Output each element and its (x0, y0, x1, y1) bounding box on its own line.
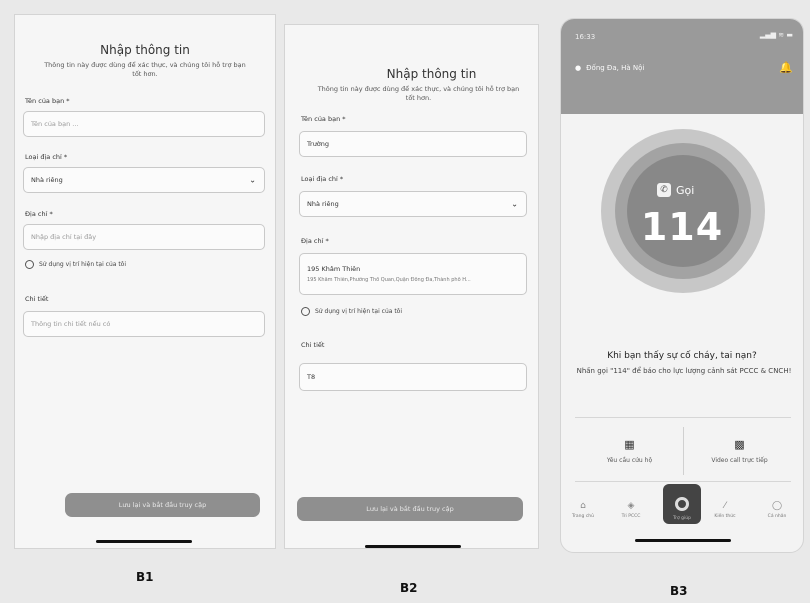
divider (575, 417, 791, 418)
chevron-down-icon: ⌄ (249, 175, 256, 185)
address-type-value: Nhà riêng (307, 200, 339, 208)
address-type-label: Loại địa chỉ * (25, 153, 68, 161)
emergency-number: 114 (640, 205, 724, 249)
address-type-select[interactable]: Nhà riêng ⌄ (23, 167, 265, 193)
home-indicator (96, 540, 192, 543)
address-detail-text: 195 Khâm Thiên,Phường Thổ Quan,Quận Đống… (307, 277, 471, 283)
screen-b1: Nhập thông tin Thông tin này được dùng đ… (14, 14, 276, 549)
call-label: ✆ Gọi (657, 183, 694, 197)
divider (683, 427, 684, 475)
status-time: 16:33 (575, 33, 596, 41)
sos-icon (675, 497, 689, 511)
tab-profile[interactable]: ◯ Cá nhân (757, 501, 797, 519)
save-start-button[interactable]: Lưu lại và bắt đầu truy cập (297, 497, 523, 521)
address-type-value: Nhà riêng (31, 176, 63, 184)
address-label: Địa chỉ * (301, 237, 329, 245)
detail-label: Chi tiết (301, 341, 325, 349)
tab-label: Kiến thức (714, 514, 736, 519)
name-input[interactable]: Trường (299, 131, 527, 157)
detail-label: Chi tiết (25, 295, 49, 303)
name-input[interactable]: Tên của bạn ... (23, 111, 265, 137)
page-title: Nhập thông tin (100, 43, 190, 57)
address-value: 195 Khâm Thiên (307, 265, 361, 273)
use-location-label: Sử dụng vị trí hiện tại của tôi (315, 308, 403, 315)
caption-b1: B1 (136, 570, 154, 584)
divider (575, 481, 791, 482)
use-location-radio[interactable] (301, 307, 310, 316)
home-icon: ⌂ (580, 501, 586, 511)
location-pin-icon: ● (575, 64, 582, 72)
detail-input[interactable]: Thông tin chi tiết nếu có (23, 311, 265, 337)
caption-b3: B3 (670, 584, 688, 598)
use-location-radio[interactable] (25, 260, 34, 269)
address-input[interactable]: Nhập địa chỉ tại đây (23, 224, 265, 250)
location-selector[interactable]: ● Đống Đa, Hà Nội (575, 64, 644, 72)
book-icon: ⁄ (724, 501, 726, 511)
detail-input[interactable]: T8 (299, 363, 527, 391)
screen-b3: 16:33 ▂▄▆ ≋ ▬ ● Đống Đa, Hà Nội 🔔 ✆ Gọi … (560, 18, 804, 553)
tab-knowledge[interactable]: ⁄ Kiến thức (705, 501, 745, 519)
home-indicator (365, 545, 461, 548)
video-call-label: Video call trực tiếp (711, 457, 768, 464)
rescue-request-button[interactable]: ▦ Yêu cầu cứu hộ (577, 427, 682, 475)
name-label: Tên của bạn * (25, 97, 70, 105)
shield-icon: ◈ (627, 501, 635, 511)
home-indicator (635, 539, 731, 542)
video-call-button[interactable]: ▩ Video call trực tiếp (687, 427, 792, 475)
caption-b2: B2 (400, 581, 418, 595)
save-start-button[interactable]: Lưu lại và bắt đầu truy cập (65, 493, 260, 517)
phone-icon: ✆ (657, 183, 671, 197)
tab-label: Tri PCCC (621, 514, 641, 519)
use-location-label: Sử dụng vị trí hiện tại của tôi (39, 261, 127, 268)
address-input[interactable]: 195 Khâm Thiên 195 Khâm Thiên,Phường Thổ… (299, 253, 527, 295)
status-icons: ▂▄▆ ≋ ▬ (759, 31, 793, 39)
address-type-label: Loại địa chỉ * (301, 175, 344, 183)
page-description: Thông tin này được dùng để xác thực, và … (44, 61, 246, 78)
emergency-instruction: Nhấn gọi "114" để báo cho lực lượng cảnh… (576, 367, 792, 375)
call-label-text: Gọi (676, 183, 695, 197)
bell-icon[interactable]: 🔔 (779, 61, 793, 74)
tab-label: Cá nhân (767, 514, 787, 519)
screen-b2: Nhập thông tin Thông tin này được dùng đ… (284, 24, 539, 549)
video-icon: ▩ (734, 438, 745, 451)
chevron-down-icon: ⌄ (511, 199, 518, 209)
page-description: Thông tin này được dùng để xác thực, và … (317, 85, 520, 102)
location-text: Đống Đa, Hà Nội (586, 64, 645, 72)
tab-home[interactable]: ⌂ Trang chủ (563, 501, 603, 519)
emergency-question: Khi bạn thấy sự cố cháy, tai nạn? (607, 351, 757, 361)
address-type-select[interactable]: Nhà riêng ⌄ (299, 191, 527, 217)
name-label: Tên của bạn * (301, 115, 346, 123)
tab-label: Trợ giúp (673, 516, 691, 521)
user-icon: ◯ (771, 501, 783, 511)
rescue-request-label: Yêu cầu cứu hộ (606, 457, 653, 464)
tab-label: Trang chủ (571, 514, 594, 519)
rescue-icon: ▦ (624, 438, 635, 451)
address-label: Địa chỉ * (25, 210, 53, 218)
tab-fire-prevention[interactable]: ◈ Tri PCCC (611, 501, 651, 519)
page-title: Nhập thông tin (386, 67, 477, 81)
